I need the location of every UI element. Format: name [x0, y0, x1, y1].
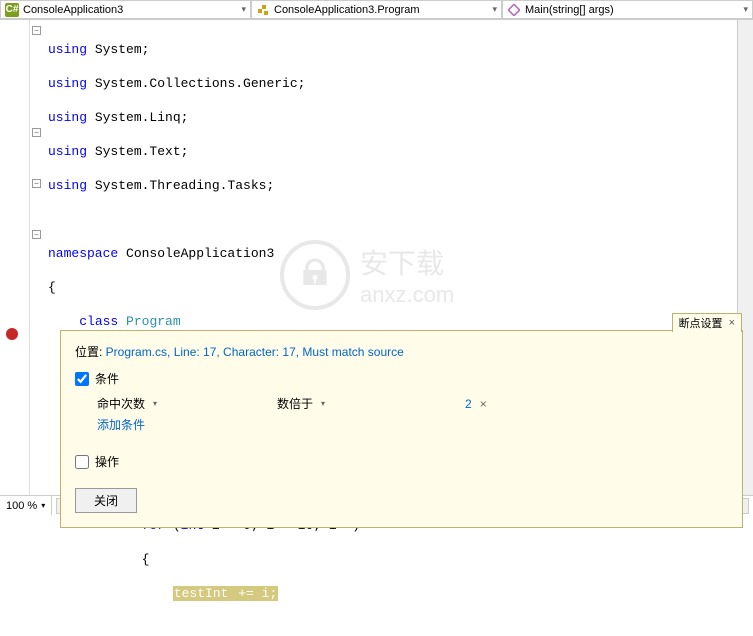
- actions-checkbox[interactable]: [75, 455, 89, 469]
- outline-collapse-button[interactable]: −: [32, 26, 41, 35]
- class-dropdown-label: ConsoleApplication3.Program: [274, 4, 420, 16]
- conditions-checkbox[interactable]: [75, 372, 89, 386]
- close-icon[interactable]: ×: [729, 317, 735, 329]
- outline-collapse-button[interactable]: −: [32, 230, 41, 239]
- location-link[interactable]: Program.cs, Line: 17, Character: 17, Mus…: [106, 345, 404, 359]
- outline-gutter[interactable]: − − − −: [30, 20, 44, 495]
- code-line: using System.Text;: [48, 143, 753, 160]
- actions-row: 操作: [75, 453, 728, 470]
- zoom-label: 100 %: [6, 500, 37, 512]
- actions-label: 操作: [95, 453, 119, 470]
- code-line: class Program: [48, 313, 753, 330]
- code-line: using System.Threading.Tasks;: [48, 177, 753, 194]
- conditions-row: 条件: [75, 370, 728, 387]
- remove-condition-icon[interactable]: ×: [480, 397, 487, 411]
- chevron-down-icon: ▾: [41, 501, 45, 510]
- chevron-down-icon: ▾: [321, 399, 325, 408]
- code-line: {: [48, 551, 753, 568]
- hit-count-select[interactable]: 命中次数 ▾: [97, 395, 247, 412]
- condition-detail-row: 命中次数 ▾ 数倍于 ▾ 2 ×: [97, 395, 728, 412]
- code-line: testInt += i;: [48, 585, 753, 602]
- location-label: 位置:: [75, 345, 106, 359]
- conditions-label: 条件: [95, 370, 119, 387]
- csharp-icon: C#: [5, 3, 19, 17]
- panel-titlebar: 断点设置 ×: [672, 313, 742, 332]
- code-line: using System;: [48, 41, 753, 58]
- navigation-bar: C# ConsoleApplication3 ▾ ConsoleApplicat…: [0, 0, 753, 20]
- breakpoint-icon[interactable]: [6, 328, 18, 340]
- chevron-down-icon: ▾: [743, 4, 748, 15]
- location-row: 位置: Program.cs, Line: 17, Character: 17,…: [75, 343, 728, 360]
- method-dropdown-label: Main(string[] args): [525, 4, 614, 16]
- chevron-down-icon: ▾: [492, 4, 497, 15]
- margin-gutter[interactable]: [0, 20, 30, 495]
- chevron-down-icon: ▾: [241, 4, 246, 15]
- code-line: {: [48, 279, 753, 296]
- panel-title-label: 断点设置: [679, 315, 723, 331]
- breakpoint-settings-panel: 断点设置 × 位置: Program.cs, Line: 17, Charact…: [60, 330, 743, 528]
- zoom-selector[interactable]: 100 % ▾: [0, 496, 52, 515]
- chevron-down-icon: ▾: [153, 399, 157, 408]
- code-line: namespace ConsoleApplication3: [48, 245, 753, 262]
- outline-collapse-button[interactable]: −: [32, 128, 41, 137]
- file-dropdown-label: ConsoleApplication3: [23, 4, 123, 16]
- class-icon: [256, 3, 270, 17]
- code-line: [48, 211, 753, 228]
- code-line: using System.Linq;: [48, 109, 753, 126]
- hit-count-value[interactable]: 2: [465, 397, 472, 411]
- comparison-select[interactable]: 数倍于 ▾: [277, 395, 427, 412]
- method-icon: [507, 3, 521, 17]
- class-dropdown[interactable]: ConsoleApplication3.Program ▾: [251, 0, 502, 19]
- code-line: using System.Collections.Generic;: [48, 75, 753, 92]
- close-button[interactable]: 关闭: [75, 488, 137, 513]
- add-condition-link[interactable]: 添加条件: [97, 416, 145, 433]
- file-dropdown[interactable]: C# ConsoleApplication3 ▾: [0, 0, 251, 19]
- outline-collapse-button[interactable]: −: [32, 179, 41, 188]
- method-dropdown[interactable]: Main(string[] args) ▾: [502, 0, 753, 19]
